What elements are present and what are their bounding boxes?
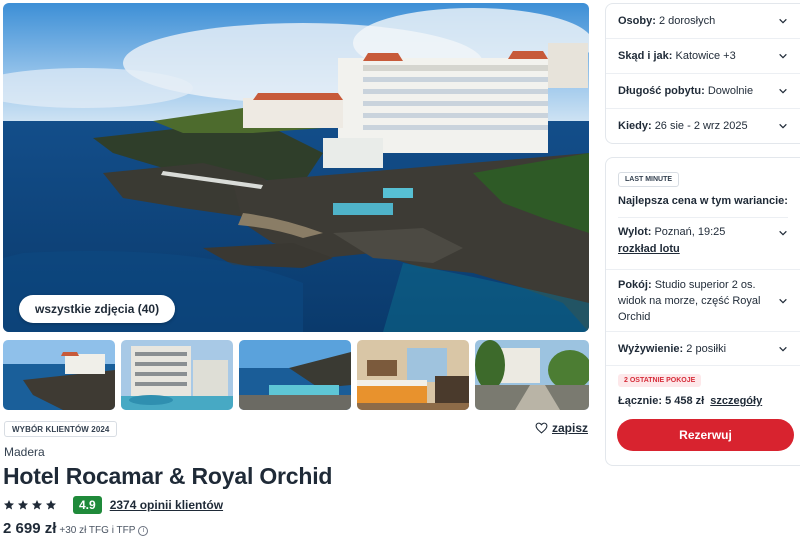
- room-row[interactable]: Pokój: Studio superior 2 os. widok na mo…: [606, 270, 800, 332]
- filter-departure[interactable]: Skąd i jak: Katowice +3: [606, 39, 800, 74]
- thumbnail-image: [475, 340, 589, 410]
- filter-dates[interactable]: Kiedy: 26 sie - 2 wrz 2025: [606, 109, 800, 143]
- filter-duration-text: Długość pobytu: Dowolnie: [618, 85, 753, 97]
- save-button[interactable]: zapisz: [535, 421, 588, 435]
- flight-row[interactable]: Wylot: Poznań, 19:25 rozkład lotu: [606, 218, 800, 270]
- last-rooms-badge: 2 OSTATNIE POKOJE: [618, 374, 702, 387]
- all-photos-button[interactable]: wszystkie zdjęcia (40): [19, 295, 176, 323]
- hotel-name: Hotel Rocamar & Royal Orchid: [3, 463, 333, 489]
- best-price-heading: Najlepsza cena w tym wariancie:: [618, 195, 788, 218]
- rating-row: 4.9 2374 opinii klientów: [3, 496, 223, 514]
- filter-label: Skąd i jak:: [618, 50, 673, 62]
- thumbnail-image: [357, 340, 469, 410]
- chevron-down-icon: [779, 18, 787, 24]
- filter-departure-text: Skąd i jak: Katowice +3: [618, 50, 736, 62]
- filter-value: Katowice +3: [675, 50, 736, 62]
- filter-value: 2 dorosłych: [658, 15, 716, 27]
- save-label: zapisz: [551, 421, 588, 435]
- heart-icon: [535, 422, 548, 434]
- thumbnail-image: [3, 340, 115, 410]
- chevron-down-icon: [779, 230, 787, 236]
- flight-schedule-link[interactable]: rozkład lotu: [618, 243, 725, 255]
- total-label: Łącznie:: [618, 395, 663, 407]
- thumbnail-image: [121, 340, 233, 410]
- star-icon: [46, 500, 56, 510]
- hotel-aerial-image: [3, 3, 589, 332]
- flight-info: Wylot: Poznań, 19:25 rozkład lotu: [618, 226, 725, 255]
- reserve-button[interactable]: Rezerwuj: [617, 419, 794, 451]
- customer-choice-label: WYBÓR KLIENTÓW 2024: [12, 424, 110, 434]
- hotel-stars: [3, 499, 57, 511]
- chevron-down-icon: [779, 53, 787, 59]
- thumbnail-3[interactable]: [239, 340, 351, 410]
- chevron-down-icon: [779, 123, 787, 129]
- star-icon: [4, 500, 14, 510]
- total-value: 5 458 zł: [665, 395, 705, 407]
- filter-label: Osoby:: [618, 15, 656, 27]
- room-info: Pokój: Studio superior 2 os. widok na mo…: [618, 277, 773, 325]
- board-label: Wyżywienie:: [618, 342, 684, 355]
- thumbnail-2[interactable]: [121, 340, 233, 410]
- filter-value: 26 sie - 2 wrz 2025: [654, 120, 748, 132]
- filter-duration[interactable]: Długość pobytu: Dowolnie: [606, 74, 800, 109]
- chevron-down-icon: [779, 346, 787, 352]
- price-extra: +30 zł TFG i TFP i: [59, 525, 149, 536]
- score-badge: 4.9: [73, 496, 102, 514]
- star-icon: [32, 500, 42, 510]
- chevron-down-icon: [779, 298, 787, 304]
- filter-persons-text: Osoby: 2 dorosłych: [618, 15, 715, 27]
- customer-choice-badge: WYBÓR KLIENTÓW 2024: [4, 421, 118, 437]
- filter-value: Dowolnie: [707, 85, 754, 97]
- board-value: 2 posiłki: [686, 342, 727, 355]
- hotel-region: Madera: [4, 445, 45, 459]
- total-price: Łącznie: 5 458 zł szczegóły: [618, 395, 788, 407]
- offer-panel: LAST MINUTE Najlepsza cena w tym warianc…: [605, 157, 800, 466]
- thumbnail-image: [239, 340, 351, 410]
- reviews-link[interactable]: 2374 opinii klientów: [110, 498, 223, 512]
- board-row[interactable]: Wyżywienie: 2 posiłki: [606, 332, 800, 366]
- details-link[interactable]: szczegóły: [710, 395, 762, 407]
- price-row: 2 699 zł +30 zł TFG i TFP i: [3, 520, 149, 537]
- info-icon[interactable]: i: [138, 525, 149, 536]
- filter-dates-text: Kiedy: 26 sie - 2 wrz 2025: [618, 120, 748, 132]
- room-label: Pokój:: [618, 278, 652, 291]
- thumbnail-1[interactable]: [3, 340, 115, 410]
- chevron-down-icon: [779, 88, 787, 94]
- search-filters-panel: Osoby: 2 dorosłych Skąd i jak: Katowice …: [605, 3, 800, 144]
- thumbnail-4[interactable]: [357, 340, 469, 410]
- main-hotel-photo[interactable]: wszystkie zdjęcia (40): [3, 3, 589, 332]
- last-minute-badge: LAST MINUTE: [618, 172, 680, 187]
- filter-label: Długość pobytu:: [618, 85, 705, 97]
- price-extra-label: +30 zł TFG i TFP: [59, 525, 136, 536]
- star-icon: [18, 500, 28, 510]
- thumbnail-5[interactable]: [475, 340, 589, 410]
- photo-thumbnails: [3, 340, 589, 410]
- hotel-price: 2 699 zł: [3, 520, 57, 537]
- filter-label: Kiedy:: [618, 120, 652, 132]
- total-text: Łącznie: 5 458 zł: [618, 395, 704, 407]
- flight-value: Poznań, 19:25: [654, 226, 726, 238]
- filter-persons[interactable]: Osoby: 2 dorosłych: [606, 4, 800, 39]
- board-info: Wyżywienie: 2 posiłki: [618, 343, 726, 355]
- flight-label: Wylot:: [618, 226, 652, 238]
